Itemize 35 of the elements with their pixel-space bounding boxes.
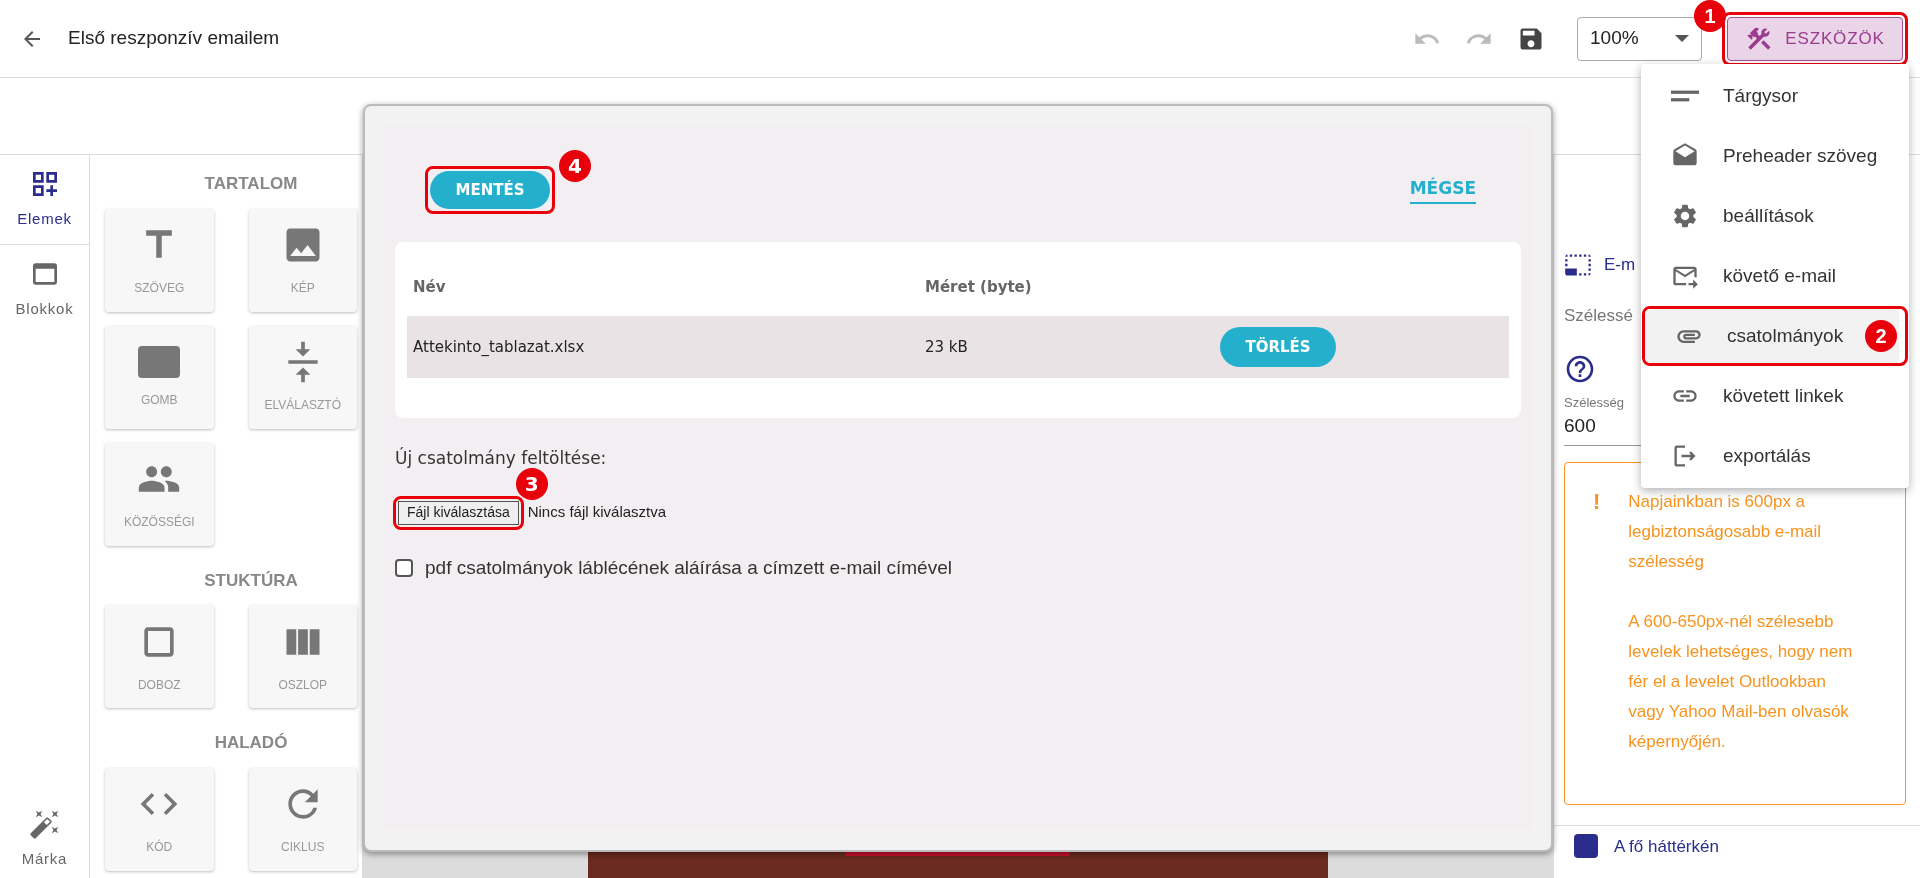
- menu-item[interactable]: Preheader szöveg: [1641, 126, 1909, 186]
- brand-tab[interactable]: Márka: [21, 847, 68, 870]
- section-heading: STUKTÚRA: [203, 569, 299, 592]
- menu-item[interactable]: exportálás: [1641, 426, 1909, 486]
- menu-item[interactable]: követő e-mail: [1641, 246, 1909, 306]
- menu-item[interactable]: Tárgysor: [1641, 66, 1909, 126]
- warning-text: Napjainkban is 600px a legbiztonságosabb e-mail szélesség: [1628, 490, 1823, 573]
- step-number-badge: 1: [1694, 0, 1726, 32]
- upload-label: Új csatolmány feltöltése:: [395, 446, 607, 470]
- settings-icon: [1671, 202, 1699, 230]
- checkbox-label: pdf csatolmányok láblécének aláírása a címzett e-mail címével: [425, 555, 952, 580]
- tools-button[interactable]: ESZKÖZÖK: [1727, 16, 1903, 61]
- file-status: Nincs fájl kiválasztva: [527, 502, 667, 523]
- background-item[interactable]: A fő háttérkén: [1614, 833, 1719, 859]
- caret-icon: [1675, 35, 1689, 42]
- file-name-cell-text: Attekinto_tablazat.xlsx: [413, 336, 586, 358]
- menu-item[interactable]: követett linkek: [1641, 366, 1909, 426]
- email-title: Első reszponzív emailem: [68, 26, 280, 51]
- section-heading: HALADÓ: [213, 732, 289, 754]
- rail-tab[interactable]: Blokkok: [0, 244, 89, 333]
- column-header: Név: [413, 276, 447, 298]
- width-heading: Szélessé: [1564, 305, 1633, 327]
- section-title: E-m: [1604, 254, 1636, 277]
- step-number-badge: 3: [515, 467, 548, 500]
- warning-text: A 600-650px-nél szélesebb levelek lehetséges, hogy nem fér el a levelet Outlookban vagy Yahoo Mail-ben olvasók képernyőjén.: [1628, 610, 1854, 753]
- rectangle-icon: [137, 345, 182, 379]
- step-number-badge: 4: [559, 150, 591, 182]
- menu-item[interactable]: beállítások: [1641, 186, 1909, 246]
- section-heading: TARTALOM: [203, 173, 299, 195]
- choose-file-button[interactable]: Fájl kiválasztása: [398, 500, 519, 525]
- checkbox[interactable]: [395, 558, 413, 577]
- file-size-cell-text: 23 kB: [925, 336, 969, 358]
- column-header: Méret (byte): [925, 276, 1032, 298]
- square-icon: [1574, 834, 1598, 859]
- warning-mark: !: [1593, 490, 1601, 516]
